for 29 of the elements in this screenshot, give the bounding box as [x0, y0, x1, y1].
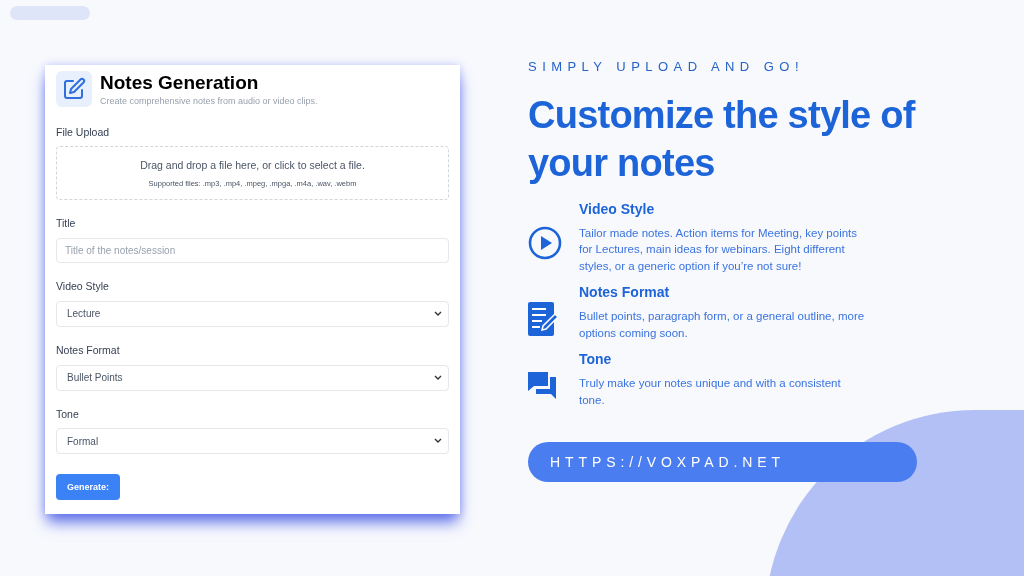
field-label: Video Style	[56, 279, 110, 294]
field-label: Notes Format	[56, 342, 121, 358]
chevron-down-icon	[434, 438, 442, 445]
field-label: File Upload	[56, 124, 111, 140]
upload-prompt: Drag and drop a file here, or click to select a file.	[140, 157, 365, 173]
tagline: SIMPLY UPLOAD AND GO!	[528, 58, 805, 76]
generate-button[interactable]: Generate:	[56, 474, 121, 501]
edit-icon	[56, 71, 92, 107]
dropdown[interactable]: Formal	[56, 428, 449, 455]
chevron-down-icon	[434, 310, 442, 317]
feature-description: Bullet points, paragraph form, or a general outline, more options coming soon.	[579, 309, 866, 341]
feature-description: Truly make your notes unique and with a consistent tone.	[579, 376, 842, 408]
headline: Customize the style of your notes	[528, 92, 917, 186]
feature-title: Notes Format	[579, 283, 671, 302]
document-edit-icon	[528, 301, 558, 336]
field-label: Tone	[56, 406, 80, 422]
play-icon	[528, 226, 562, 261]
feature-description: Tailor made notes. Action items for Meeting, key points for Lectures, main ideas for webinars. Eight different styles, or a generic option if you’re not sure!	[579, 225, 859, 274]
field-label: Title	[56, 216, 77, 232]
title-input[interactable]: Title of the notes/session	[56, 238, 449, 263]
chat-icon	[528, 371, 558, 400]
form-subtitle: Create comprehensive notes from audio or video clips.	[100, 95, 318, 108]
dropdown[interactable]: Bullet Points	[56, 364, 449, 391]
form-title: Notes Generation	[100, 71, 260, 95]
feature-title: Video Style	[579, 199, 656, 219]
website-link[interactable]: HTTPS://VOXPAD.NET	[528, 442, 917, 482]
feature-title: Tone	[579, 350, 613, 369]
dropdown[interactable]: Lecture	[56, 300, 449, 327]
chevron-down-icon	[434, 374, 442, 381]
